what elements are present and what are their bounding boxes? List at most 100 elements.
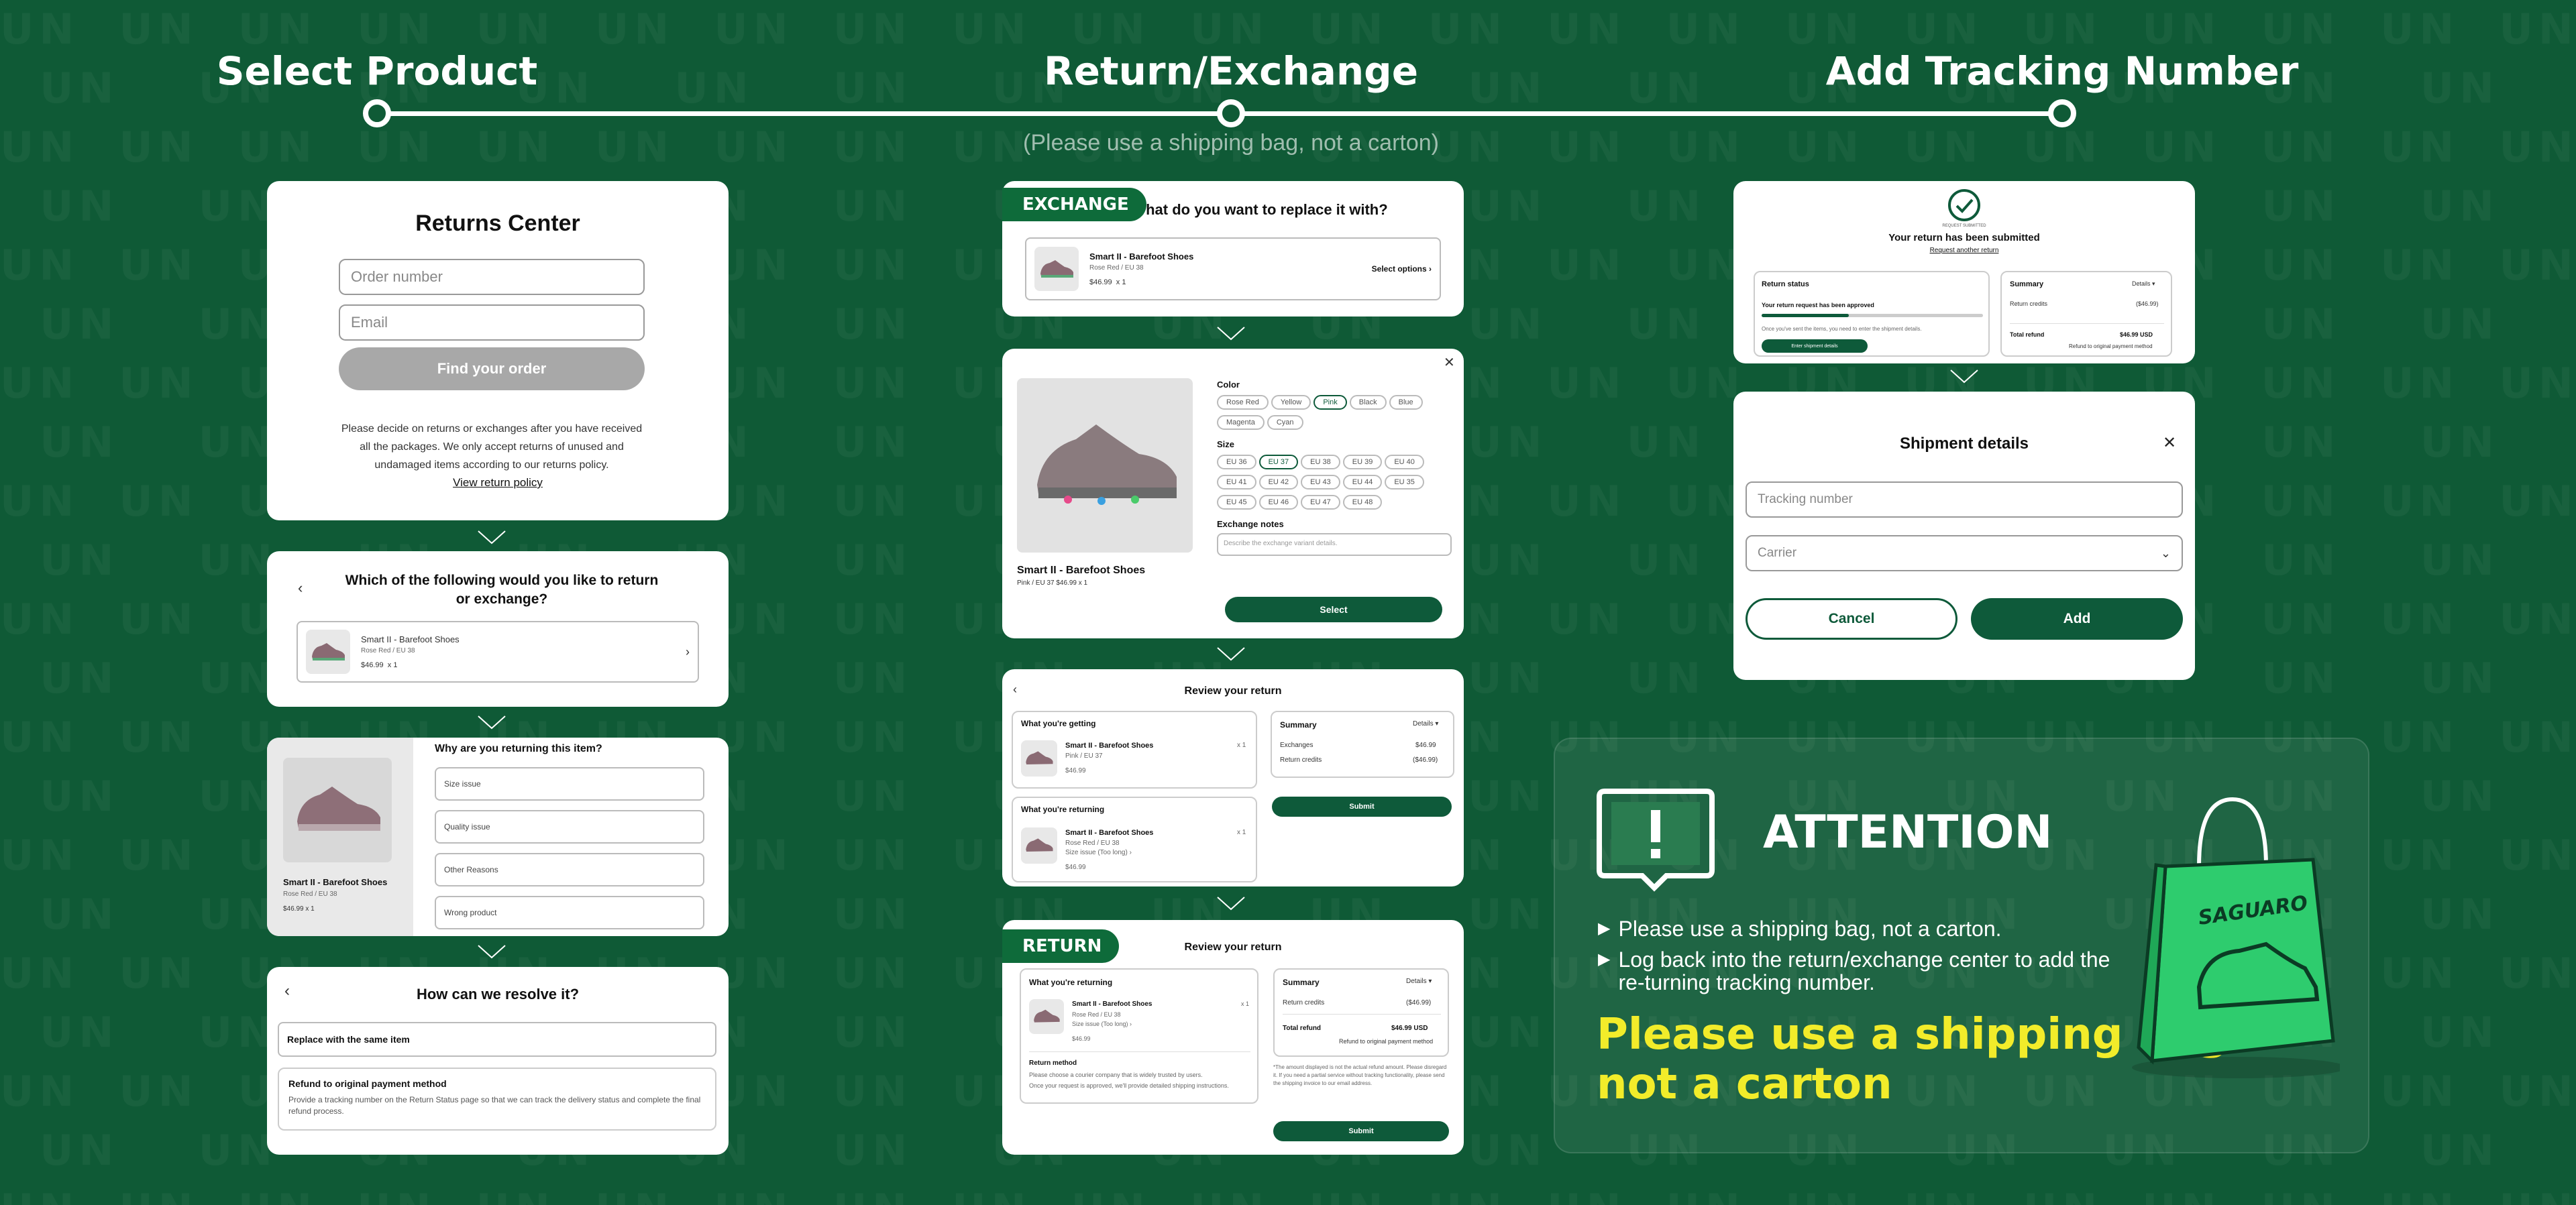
- summary-label: Summary: [2010, 280, 2044, 288]
- view-return-policy-link[interactable]: View return policy: [267, 476, 729, 490]
- details-toggle[interactable]: Details ▾: [1406, 978, 1432, 985]
- size-chip[interactable]: EU 40: [1385, 455, 1424, 469]
- exchanges-value: $46.99: [1415, 742, 1436, 749]
- select-options-link[interactable]: Select options ›: [1372, 264, 1432, 274]
- triangle-bullet-icon: ▶: [1598, 950, 1611, 968]
- returning-price: $46.99: [1065, 864, 1086, 871]
- color-options: Rose Red Yellow Pink Black Blue Magenta Cyan: [1217, 395, 1452, 435]
- back-chevron-icon[interactable]: ‹: [298, 579, 303, 597]
- reason-option-quality-issue[interactable]: Quality issue: [435, 810, 704, 844]
- product-thumbnail: [1021, 827, 1057, 864]
- reason-option-other[interactable]: Other Reasons: [435, 853, 704, 886]
- color-chip[interactable]: Blue: [1389, 395, 1423, 410]
- size-chip[interactable]: EU 47: [1301, 495, 1340, 510]
- refund-option-desc: Provide a tracking number on the Return …: [288, 1095, 701, 1116]
- chevron-down-icon: ⌄: [2160, 546, 2171, 560]
- size-label: Size: [1217, 439, 1235, 449]
- step-title-return-exchange: Return/Exchange: [1043, 48, 1419, 94]
- shipment-details-card: Shipment details ✕ Tracking number Carri…: [1733, 392, 2195, 680]
- request-another-link[interactable]: Request another return: [1733, 247, 2195, 254]
- return-status-box: Return status Your return request has be…: [1754, 271, 1990, 357]
- close-icon[interactable]: ✕: [2163, 433, 2176, 453]
- cancel-button[interactable]: Cancel: [1746, 598, 1957, 640]
- return-reason-card: Smart II - Barefoot Shoes Rose Red / EU …: [267, 738, 729, 936]
- reason-option-wrong-product[interactable]: Wrong product: [435, 896, 704, 929]
- exchange-item-row[interactable]: Smart II - Barefoot Shoes Rose Red / EU …: [1025, 237, 1441, 300]
- color-chip[interactable]: Yellow: [1271, 395, 1311, 410]
- product-thumbnail: [1029, 999, 1064, 1034]
- total-refund-value: $46.99 USD: [2120, 331, 2153, 338]
- reason-option-size-issue[interactable]: Size issue: [435, 767, 704, 801]
- add-tracking-button[interactable]: Add: [1971, 598, 2183, 640]
- size-chip[interactable]: EU 46: [1258, 495, 1299, 510]
- size-chip[interactable]: EU 37: [1258, 455, 1299, 469]
- tracking-number-input[interactable]: Tracking number: [1746, 481, 2183, 518]
- color-chip[interactable]: Black: [1349, 395, 1387, 410]
- size-chip[interactable]: EU 39: [1342, 455, 1383, 469]
- credits-label: Return credits: [2010, 300, 2048, 307]
- exchanges-label: Exchanges: [1280, 742, 1313, 749]
- return-summary-box: Summary Details ▾ Return credits ($46.99…: [1273, 968, 1449, 1057]
- order-number-input[interactable]: Order number: [339, 259, 645, 295]
- select-item-row[interactable]: Smart II - Barefoot Shoes Rose Red / EU …: [297, 621, 699, 683]
- size-chip[interactable]: EU 45: [1217, 495, 1256, 510]
- enter-shipment-button[interactable]: Enter shipment details: [1762, 339, 1868, 353]
- credits-label: Return credits: [1280, 756, 1322, 764]
- size-chip[interactable]: EU 36: [1217, 455, 1256, 469]
- size-chip[interactable]: EU 43: [1301, 475, 1340, 490]
- returning-reason: Size issue (Too long) ›: [1065, 849, 1132, 856]
- step-title-select-product: Select Product: [216, 48, 538, 94]
- product-qty: x 1: [387, 661, 398, 669]
- email-input[interactable]: Email: [339, 304, 645, 341]
- size-chip[interactable]: EU 35: [1385, 475, 1424, 490]
- color-label: Color: [1217, 380, 1240, 390]
- product-variant: Rose Red / EU 38: [361, 647, 415, 654]
- size-chip[interactable]: EU 41: [1217, 475, 1256, 490]
- returns-center-title: Returns Center: [415, 211, 580, 236]
- review-return-title: Review your return: [1184, 941, 1282, 953]
- carrier-select[interactable]: Carrier ⌄: [1746, 535, 2183, 571]
- submit-return-button[interactable]: Submit: [1273, 1121, 1449, 1141]
- color-chip[interactable]: Magenta: [1217, 415, 1265, 430]
- exchange-notes-input[interactable]: Describe the exchange variant details.: [1217, 533, 1452, 556]
- submit-exchange-button[interactable]: Submit: [1272, 797, 1452, 817]
- product-name: Smart II - Barefoot Shoes: [361, 634, 460, 644]
- close-icon[interactable]: ✕: [1444, 354, 1455, 371]
- shipment-title: Shipment details: [1899, 435, 2029, 453]
- total-refund-label: Total refund: [1283, 1025, 1322, 1032]
- review-exchange-card: ‹ Review your return What you're getting…: [1002, 669, 1464, 886]
- select-variant-button[interactable]: Select: [1225, 597, 1442, 622]
- resolve-card: ‹ How can we resolve it? Replace with th…: [267, 967, 729, 1155]
- select-item-title: Which of the following would you like to…: [345, 573, 659, 607]
- step-dot-3: [2048, 99, 2076, 127]
- resolve-option-refund[interactable]: Refund to original payment method Provid…: [278, 1068, 716, 1131]
- details-toggle[interactable]: Details ▾: [2132, 280, 2155, 288]
- details-toggle[interactable]: Details ▾: [1413, 720, 1438, 728]
- returning-label: What you're returning: [1021, 805, 1105, 814]
- return-items-box: What you're returning Smart II - Barefoo…: [1020, 968, 1258, 1104]
- size-chip[interactable]: EU 48: [1342, 495, 1383, 510]
- refund-disclaimer: *The amount displayed is not the actual …: [1273, 1064, 1447, 1086]
- status-desc: Once you've sent the items, you need to …: [1762, 326, 1922, 332]
- exchange-tag: EXCHANGE: [1002, 188, 1146, 221]
- attention-bullet: ▶ Please use a shipping bag, not a carton…: [1598, 917, 2121, 940]
- resolve-option-replace[interactable]: Replace with the same item: [278, 1022, 716, 1057]
- size-chip[interactable]: EU 38: [1301, 455, 1340, 469]
- summary-label: Summary: [1283, 978, 1320, 987]
- carrier-placeholder: Carrier: [1758, 546, 1797, 560]
- size-chip[interactable]: EU 42: [1258, 475, 1299, 490]
- total-refund-value: $46.99 USD: [1391, 1025, 1428, 1032]
- size-chip[interactable]: EU 44: [1342, 475, 1383, 490]
- triangle-bullet-icon: ▶: [1598, 919, 1611, 937]
- bullet-text-2: Log back into the return/exchange center…: [1618, 948, 2110, 994]
- variant-product-name: Smart II - Barefoot Shoes: [1017, 565, 1146, 576]
- reason-title: Why are you returning this item?: [435, 743, 602, 754]
- divider: [1029, 1051, 1250, 1052]
- divider: [2010, 323, 2164, 324]
- find-order-button[interactable]: Find your order: [339, 347, 645, 390]
- color-chip[interactable]: Cyan: [1267, 415, 1303, 430]
- color-chip[interactable]: Rose Red: [1217, 395, 1269, 410]
- color-chip[interactable]: Pink: [1313, 395, 1347, 410]
- product-thumbnail: [306, 630, 350, 674]
- return-item-price: $46.99: [1072, 1035, 1091, 1042]
